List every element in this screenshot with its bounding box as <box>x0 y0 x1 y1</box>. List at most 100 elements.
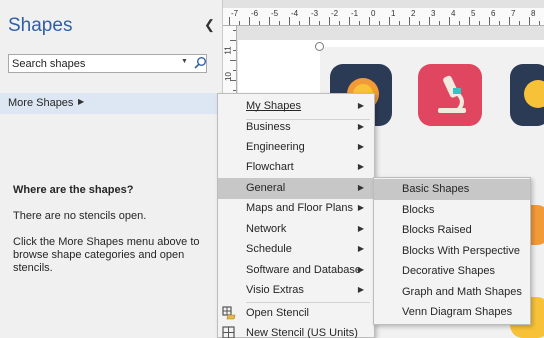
ruler-tick <box>369 17 370 25</box>
ruler-label: 2 <box>411 9 416 18</box>
info-no-stencils: There are no stencils open. <box>13 210 147 222</box>
submenu-item-venn-diagram-shapes[interactable]: Venn Diagram Shapes <box>374 302 530 323</box>
menu-item-open-stencil[interactable]: Open Stencil <box>218 303 374 324</box>
menu-item-label: Schedule <box>246 243 292 255</box>
menu-item-label: General <box>246 182 286 194</box>
ruler-minor-tick <box>359 21 360 25</box>
submenu-item-label: Blocks With Perspective <box>402 245 520 257</box>
ruler-label: 3 <box>431 9 436 18</box>
ruler-tick <box>230 60 236 61</box>
menu-item-label: Maps and Floor Plans <box>246 202 353 214</box>
ruler-minor-tick <box>239 21 240 25</box>
ruler-tick <box>429 17 430 25</box>
submenu-item-label: Decorative Shapes <box>402 265 495 277</box>
ruler-tick <box>509 17 510 25</box>
ruler-tick <box>230 40 236 41</box>
general-submenu: Basic Shapes Blocks Blocks Raised Blocks… <box>373 177 531 325</box>
ruler-tick <box>329 17 330 25</box>
more-shapes-label: More Shapes <box>8 97 74 109</box>
ruler-tick <box>349 17 350 25</box>
submenu-item-basic-shapes[interactable]: Basic Shapes <box>374 179 530 200</box>
menu-item-visio-extras[interactable]: Visio Extras ▶ <box>218 280 374 301</box>
ruler-minor-tick <box>319 21 320 25</box>
menu-item-new-stencil[interactable]: New Stencil (US Units) <box>218 323 374 338</box>
tile-microscope <box>418 64 482 126</box>
submenu-item-blocks-perspective[interactable]: Blocks With Perspective <box>374 241 530 262</box>
ruler-label: 7 <box>511 9 516 18</box>
selection-handle[interactable] <box>315 42 324 51</box>
microscope-icon <box>438 75 466 113</box>
ruler-tick <box>409 17 410 25</box>
ruler-tick <box>389 17 390 25</box>
menu-item-my-shapes[interactable]: My Shapes ▶ <box>218 96 374 117</box>
menu-item-network[interactable]: Network ▶ <box>218 219 374 240</box>
ruler-minor-tick <box>399 21 400 25</box>
ruler-label: 11 <box>223 46 233 55</box>
menu-item-label: Software and Database <box>246 264 361 276</box>
ruler-label: -3 <box>311 9 319 18</box>
collapse-pane-icon[interactable]: ❮ <box>204 17 215 33</box>
ruler-tick <box>249 17 250 25</box>
horizontal-ruler: -7 -6 -5 -4 -3 -2 -1 0 1 2 3 4 5 6 7 8 <box>223 8 544 26</box>
ruler-tick <box>269 17 270 25</box>
ruler-minor-tick <box>339 21 340 25</box>
search-dropdown-icon[interactable]: ▼ <box>181 58 188 65</box>
ruler-label: -5 <box>271 9 279 18</box>
more-shapes-button[interactable]: More Shapes ▶ <box>0 93 222 114</box>
ruler-minor-tick <box>419 21 420 25</box>
chevron-right-icon: ▶ <box>78 97 85 106</box>
pane-title: Shapes <box>8 15 73 36</box>
submenu-item-blocks-raised[interactable]: Blocks Raised <box>374 220 530 241</box>
ruler-label: -1 <box>351 9 359 18</box>
ruler-label: 8 <box>531 9 536 18</box>
tile-partial-right <box>510 64 544 126</box>
chevron-right-icon: ▶ <box>357 142 364 151</box>
ruler-tick <box>469 17 470 25</box>
ruler-tick <box>529 17 530 25</box>
submenu-item-label: Blocks Raised <box>402 224 472 236</box>
ruler-tick <box>309 17 310 25</box>
ruler-tick <box>233 90 236 91</box>
ruler-tick <box>230 80 236 81</box>
chevron-right-icon: ▶ <box>357 224 364 233</box>
more-shapes-menu: My Shapes ▶ Business ▶ Engineering ▶ Flo… <box>217 93 375 338</box>
ruler-label: 1 <box>391 9 396 18</box>
menu-item-general[interactable]: General ▶ <box>218 178 374 199</box>
menu-item-engineering[interactable]: Engineering ▶ <box>218 137 374 158</box>
ruler-label: 4 <box>451 9 456 18</box>
menu-item-flowchart[interactable]: Flowchart ▶ <box>218 157 374 178</box>
shapes-pane: Shapes ❮ ▼ More Shapes ▶ Where are the s… <box>0 0 222 338</box>
menu-item-label: Flowchart <box>246 161 294 173</box>
menu-item-schedule[interactable]: Schedule ▶ <box>218 239 374 260</box>
ruler-tick <box>233 70 236 71</box>
chevron-right-icon: ▶ <box>357 101 364 110</box>
search-icon[interactable] <box>193 56 207 70</box>
search-input[interactable] <box>9 55 177 72</box>
chevron-right-icon: ▶ <box>357 162 364 171</box>
submenu-item-blocks[interactable]: Blocks <box>374 200 530 221</box>
menu-item-maps-floor-plans[interactable]: Maps and Floor Plans ▶ <box>218 198 374 219</box>
chevron-right-icon: ▶ <box>357 203 364 212</box>
open-stencil-icon <box>222 306 236 320</box>
ruler-tick <box>233 50 236 51</box>
ruler-label: -7 <box>231 9 239 18</box>
ruler-label: -2 <box>331 9 339 18</box>
submenu-item-label: Basic Shapes <box>402 183 470 195</box>
ruler-minor-tick <box>499 21 500 25</box>
chevron-right-icon: ▶ <box>357 244 364 253</box>
submenu-item-graph-math-shapes[interactable]: Graph and Math Shapes <box>374 282 530 303</box>
chevron-right-icon: ▶ <box>357 265 364 274</box>
menu-item-label: Business <box>246 121 291 133</box>
ruler-label: 0 <box>371 9 376 18</box>
ruler-minor-tick <box>279 21 280 25</box>
ruler-tick <box>289 17 290 25</box>
menu-item-business[interactable]: Business ▶ <box>218 117 374 138</box>
menu-item-software-database[interactable]: Software and Database ▶ <box>218 260 374 281</box>
submenu-item-label: Graph and Math Shapes <box>402 286 522 298</box>
menu-item-label: Open Stencil <box>246 307 309 319</box>
menu-item-label: Visio Extras <box>246 284 304 296</box>
info-heading: Where are the shapes? <box>13 184 134 196</box>
search-box[interactable]: ▼ <box>8 54 207 73</box>
ruler-label: 6 <box>491 9 496 18</box>
submenu-item-decorative-shapes[interactable]: Decorative Shapes <box>374 261 530 282</box>
